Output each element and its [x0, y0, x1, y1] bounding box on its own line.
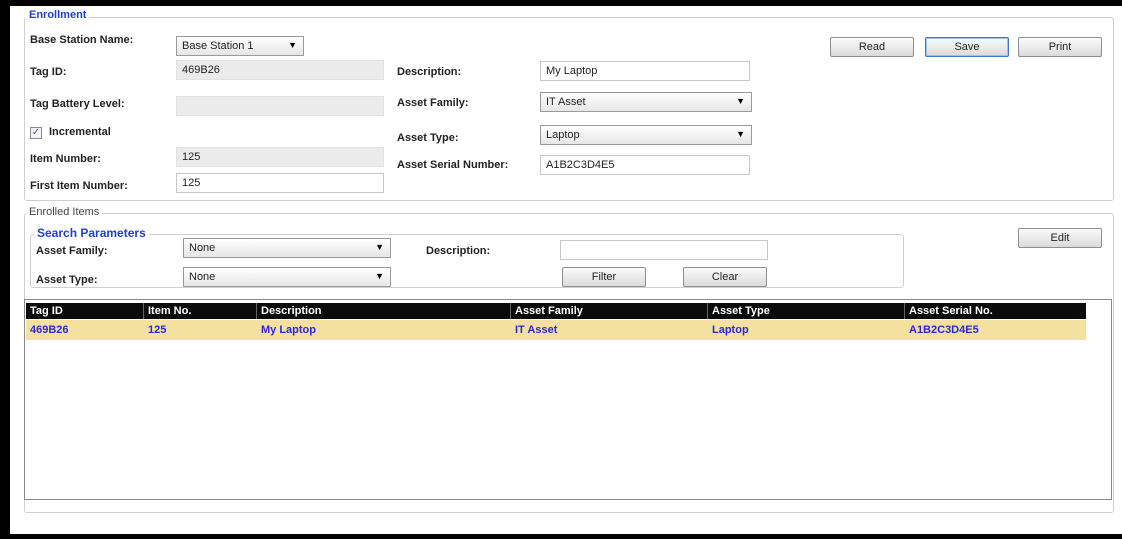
filter-button[interactable]: Filter [562, 267, 646, 287]
enrolled-items-legend: Enrolled Items [26, 206, 103, 218]
asset-serial-number-label: Asset Serial Number: [397, 159, 509, 171]
clear-button[interactable]: Clear [683, 267, 767, 287]
asset-type-label: Asset Type: [397, 132, 459, 144]
chevron-down-icon: ▼ [736, 96, 745, 106]
item-number-label: Item Number: [30, 153, 101, 165]
description-field[interactable]: My Laptop [540, 61, 750, 81]
print-button[interactable]: Print [1018, 37, 1102, 57]
first-item-number-label: First Item Number: [30, 180, 128, 192]
save-button[interactable]: Save [925, 37, 1009, 57]
asset-family-select[interactable]: IT Asset ▼ [540, 92, 752, 112]
table-header: Tag ID Item No. Description Asset Family… [26, 303, 1086, 319]
tag-id-field[interactable]: 469B26 [176, 60, 384, 80]
base-station-select[interactable]: Base Station 1 ▼ [176, 36, 304, 56]
window-frame-left [0, 0, 10, 539]
tag-id-label: Tag ID: [30, 66, 67, 78]
asset-type-select[interactable]: Laptop ▼ [540, 125, 752, 145]
enrolled-items-table[interactable]: Tag ID Item No. Description Asset Family… [24, 299, 1112, 500]
search-description-label: Description: [426, 245, 491, 257]
column-header-tag-id[interactable]: Tag ID [26, 303, 144, 319]
cell-description: My Laptop [261, 324, 316, 336]
asset-serial-number-field[interactable]: A1B2C3D4E5 [540, 155, 750, 175]
read-button[interactable]: Read [830, 37, 914, 57]
window-frame-top [0, 0, 1122, 6]
cell-tag-id: 469B26 [30, 324, 69, 336]
search-asset-family-select[interactable]: None ▼ [183, 238, 391, 258]
tag-battery-field[interactable] [176, 96, 384, 116]
window-frame-bottom [0, 534, 1122, 539]
base-station-label: Base Station Name: [30, 34, 134, 46]
incremental-label: Incremental [49, 126, 111, 138]
column-header-asset-family[interactable]: Asset Family [511, 303, 708, 319]
description-label: Description: [397, 66, 462, 78]
table-row[interactable]: 469B26 125 My Laptop IT Asset Laptop A1B… [26, 320, 1086, 340]
asset-type-value: Laptop [546, 129, 580, 141]
asset-family-label: Asset Family: [397, 97, 469, 109]
chevron-down-icon: ▼ [736, 129, 745, 139]
search-description-field[interactable] [560, 240, 768, 260]
cell-asset-family: IT Asset [515, 324, 558, 336]
enrollment-legend: Enrollment [26, 9, 90, 21]
incremental-checkbox[interactable]: ✓ [30, 127, 42, 139]
search-parameters-legend: Search Parameters [34, 226, 149, 240]
tag-battery-label: Tag Battery Level: [30, 98, 125, 110]
asset-family-value: IT Asset [546, 96, 586, 108]
search-parameters-group [30, 234, 904, 288]
search-asset-type-label: Asset Type: [36, 274, 98, 286]
chevron-down-icon: ▼ [288, 40, 297, 50]
base-station-value: Base Station 1 [182, 40, 254, 52]
cell-asset-serial-no: A1B2C3D4E5 [909, 324, 979, 336]
column-header-item-no[interactable]: Item No. [144, 303, 257, 319]
chevron-down-icon: ▼ [375, 242, 384, 252]
search-asset-family-value: None [189, 242, 216, 254]
chevron-down-icon: ▼ [375, 271, 384, 281]
cell-item-no: 125 [148, 324, 167, 336]
edit-button[interactable]: Edit [1018, 228, 1102, 248]
first-item-number-field[interactable]: 125 [176, 173, 384, 193]
search-asset-type-select[interactable]: None ▼ [183, 267, 391, 287]
cell-asset-type: Laptop [712, 324, 749, 336]
column-header-asset-serial-no[interactable]: Asset Serial No. [905, 303, 1086, 319]
column-header-description[interactable]: Description [257, 303, 511, 319]
column-header-asset-type[interactable]: Asset Type [708, 303, 905, 319]
search-asset-type-value: None [189, 271, 216, 283]
search-asset-family-label: Asset Family: [36, 245, 108, 257]
item-number-field[interactable]: 125 [176, 147, 384, 167]
